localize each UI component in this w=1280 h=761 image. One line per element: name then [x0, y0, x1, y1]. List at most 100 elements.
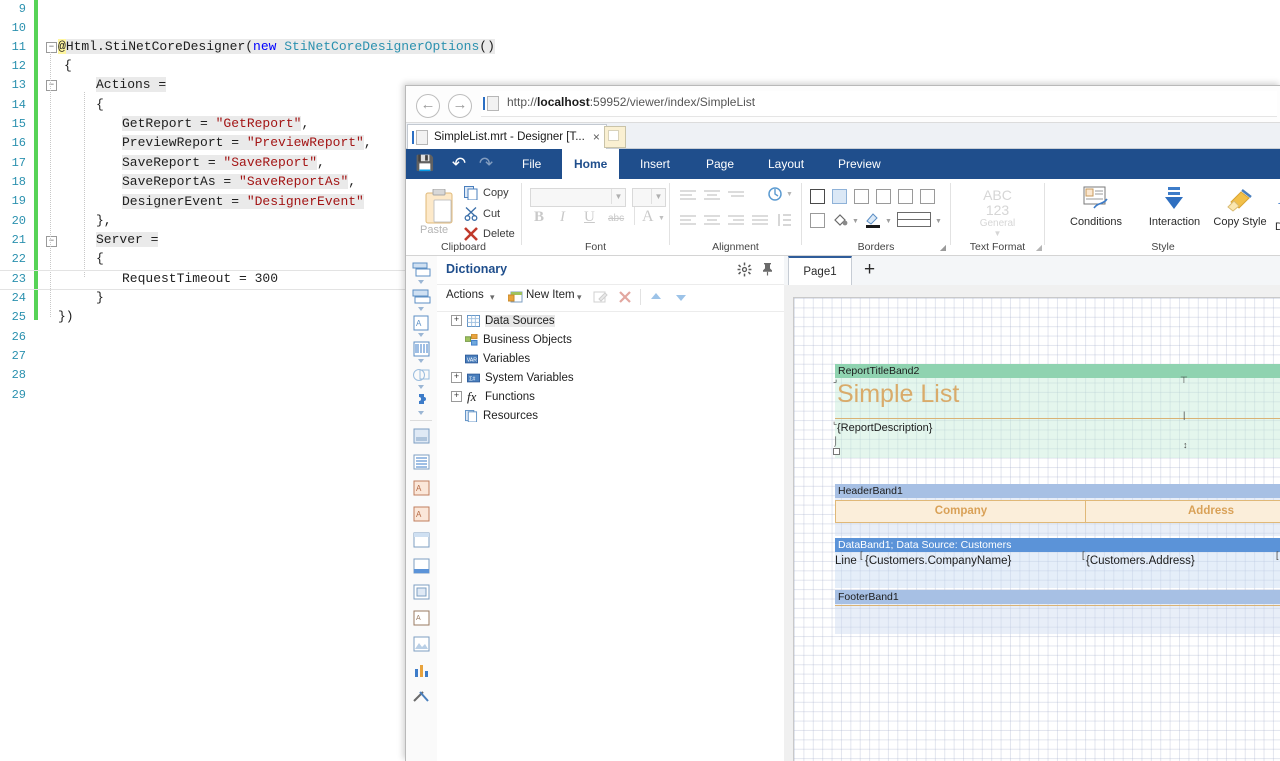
border-outline-button[interactable]	[810, 213, 825, 228]
fold-marker[interactable]: −	[46, 80, 57, 91]
underline-button[interactable]: U	[584, 209, 595, 226]
ribbon-tab-preview[interactable]: Preview	[826, 149, 893, 179]
undo-icon[interactable]: ↶	[449, 155, 469, 173]
tree-item-functions[interactable]: + fx Functions	[451, 388, 535, 405]
selection-handle[interactable]	[833, 448, 840, 455]
report-description-text[interactable]: {ReportDescription}	[837, 422, 932, 434]
border-right-button[interactable]	[898, 189, 913, 204]
header-cell-company[interactable]: Company	[835, 500, 1087, 523]
ribbon-tab-file[interactable]: File	[510, 149, 553, 179]
border-style-icon[interactable]	[897, 212, 931, 227]
pin-icon[interactable]	[761, 262, 774, 276]
delete-icon[interactable]	[618, 290, 632, 304]
cut-label[interactable]: Cut	[483, 208, 500, 220]
chevron-down-icon[interactable]	[418, 359, 424, 363]
text-component-tool-icon[interactable]: A	[412, 315, 431, 331]
tools-icon[interactable]	[412, 688, 431, 704]
interaction-icon[interactable]	[1162, 186, 1186, 212]
footer-band[interactable]: FooterBand1	[835, 590, 1280, 634]
chevron-down-icon[interactable]	[418, 411, 424, 415]
border-all-button[interactable]	[832, 189, 847, 204]
font-family-select[interactable]: ▼	[530, 188, 626, 207]
new-item-icon[interactable]	[508, 290, 523, 304]
add-page-button[interactable]: +	[864, 260, 875, 280]
component-handle[interactable]: [	[1082, 550, 1085, 560]
tree-item-system-variables[interactable]: + Σ# System Variables	[451, 369, 574, 386]
fill-color-icon[interactable]	[832, 211, 849, 228]
ribbon-tab-layout[interactable]: Layout	[756, 149, 816, 179]
ribbon-tab-home[interactable]: Home	[562, 149, 620, 179]
band-body[interactable]: Company Address	[835, 498, 1280, 536]
data-cell-company-name[interactable]: {Customers.CompanyName}	[865, 555, 1011, 567]
chevron-down-icon[interactable]: ▾	[577, 292, 582, 303]
header-band[interactable]: HeaderBand1 Company Address	[835, 484, 1280, 536]
panel-icon[interactable]	[412, 532, 431, 548]
band-body[interactable]	[835, 604, 1280, 634]
band-body[interactable]: Line {Customers.CompanyName} {Customers.…	[835, 550, 1280, 588]
save-icon[interactable]: 💾	[415, 155, 435, 173]
component-handle[interactable]: [	[1276, 550, 1279, 560]
new-tab-button[interactable]	[604, 126, 626, 148]
paste-icon[interactable]	[422, 189, 456, 227]
font-size-select[interactable]: ▼	[632, 188, 666, 207]
band-resize-handle[interactable]: ↕	[1183, 440, 1188, 450]
cross-tab-icon[interactable]: A	[412, 610, 431, 626]
italic-button[interactable]: I	[560, 209, 565, 226]
url-bar[interactable]: http://localhost:59952/viewer/index/Simp…	[481, 91, 1277, 117]
copy-label[interactable]: Copy	[483, 187, 509, 199]
chevron-down-icon[interactable]: ▼	[935, 218, 942, 225]
edit-icon[interactable]	[593, 290, 608, 304]
tree-item-data-sources[interactable]: + Data Sources	[451, 312, 555, 329]
header-band-icon[interactable]	[412, 454, 431, 470]
style-designer-label[interactable]: Style Designer	[1263, 209, 1280, 233]
forward-arrow-icon[interactable]: →	[448, 94, 472, 118]
ribbon-tab-page[interactable]: Page	[694, 149, 746, 179]
page-tab-page1[interactable]: Page1	[788, 256, 852, 287]
chevron-down-icon[interactable]: ▼	[651, 189, 665, 204]
border-top-button[interactable]	[876, 189, 891, 204]
report-page[interactable]: ReportTitleBand2 Simple List {ReportDesc…	[793, 297, 1280, 761]
text-format-dialog-launcher[interactable]: ◢	[1036, 243, 1042, 252]
interaction-label[interactable]: Interaction	[1141, 216, 1208, 228]
conditions-icon[interactable]	[1082, 186, 1110, 212]
gear-icon[interactable]	[737, 262, 752, 277]
chevron-down-icon[interactable]	[418, 333, 424, 337]
chevron-down-icon[interactable]: ▼	[611, 189, 625, 204]
component-handle[interactable]: [	[860, 550, 863, 560]
barcode-tool-icon[interactable]	[412, 341, 431, 357]
line-spacing-icon[interactable]	[777, 212, 792, 228]
bands-tool-icon[interactable]	[412, 262, 431, 278]
chart-icon[interactable]	[412, 662, 431, 678]
move-up-icon[interactable]	[649, 291, 663, 303]
ribbon-tab-insert[interactable]: Insert	[628, 149, 682, 179]
border-color-icon[interactable]	[864, 211, 882, 229]
redo-icon[interactable]: ↷	[476, 155, 496, 173]
fold-marker[interactable]: −	[46, 42, 57, 53]
strikethrough-button[interactable]: abc	[608, 213, 624, 224]
report-title-band[interactable]: ReportTitleBand2 Simple List {ReportDesc…	[833, 364, 1280, 458]
move-down-icon[interactable]	[674, 291, 688, 303]
rotate-text-icon[interactable]	[767, 186, 783, 202]
back-arrow-icon[interactable]: ←	[416, 94, 440, 118]
subreport-icon[interactable]	[412, 584, 431, 600]
line-component-label[interactable]: Line	[835, 555, 857, 567]
new-item-button[interactable]: New Item	[526, 289, 575, 301]
text-band-icon[interactable]: A	[412, 480, 431, 496]
header-cell-address[interactable]: Address	[1085, 500, 1280, 523]
bold-button[interactable]: B	[534, 209, 544, 226]
chevron-down-icon[interactable]	[418, 307, 424, 311]
chevron-down-icon[interactable]: ▼	[786, 191, 793, 198]
border-none-button[interactable]	[810, 189, 825, 204]
fold-marker[interactable]: −	[46, 236, 57, 247]
close-icon[interactable]: ×	[593, 130, 600, 144]
report-title-band-icon[interactable]	[412, 428, 431, 444]
data-band[interactable]: DataBand1; Data Source: Customers Line {…	[835, 538, 1280, 588]
font-color-button[interactable]: A	[642, 208, 654, 226]
delete-label[interactable]: Delete	[483, 228, 515, 240]
chevron-down-icon[interactable]: ▼	[951, 229, 1044, 238]
cut-icon[interactable]	[464, 207, 478, 221]
expand-icon[interactable]: +	[451, 315, 462, 326]
expand-icon[interactable]: +	[451, 391, 462, 402]
expand-icon[interactable]: +	[451, 372, 462, 383]
copy-style-icon[interactable]	[1225, 186, 1255, 212]
